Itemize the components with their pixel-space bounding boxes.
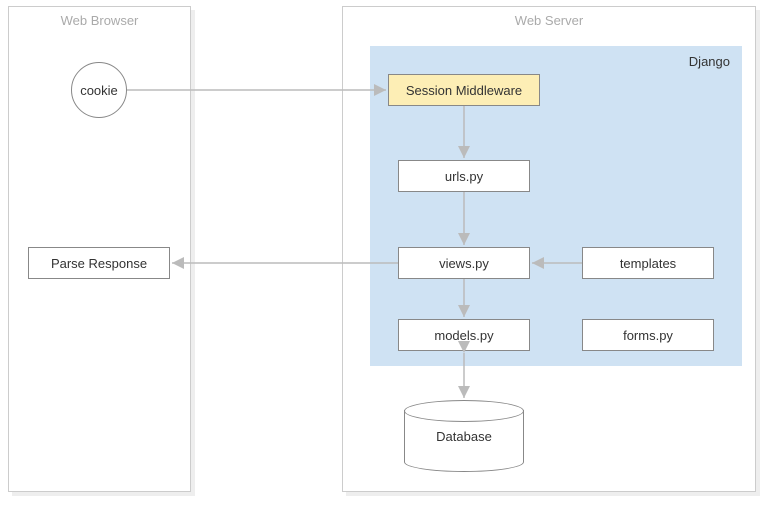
forms-node: forms.py (582, 319, 714, 351)
django-title: Django (689, 54, 730, 69)
web-browser-title: Web Browser (9, 13, 190, 28)
web-server-title: Web Server (343, 13, 755, 28)
forms-label: forms.py (623, 328, 673, 343)
urls-label: urls.py (445, 169, 483, 184)
parse-response-label: Parse Response (51, 256, 147, 271)
urls-node: urls.py (398, 160, 530, 192)
views-label: views.py (439, 256, 489, 271)
views-node: views.py (398, 247, 530, 279)
session-middleware-label: Session Middleware (406, 83, 522, 98)
database-label: Database (436, 429, 492, 444)
cookie-node: cookie (71, 62, 127, 118)
models-label: models.py (434, 328, 493, 343)
database-node: Database (404, 400, 524, 472)
cookie-label: cookie (80, 83, 118, 98)
models-node: models.py (398, 319, 530, 351)
templates-node: templates (582, 247, 714, 279)
templates-label: templates (620, 256, 676, 271)
parse-response-node: Parse Response (28, 247, 170, 279)
session-middleware-node: Session Middleware (388, 74, 540, 106)
